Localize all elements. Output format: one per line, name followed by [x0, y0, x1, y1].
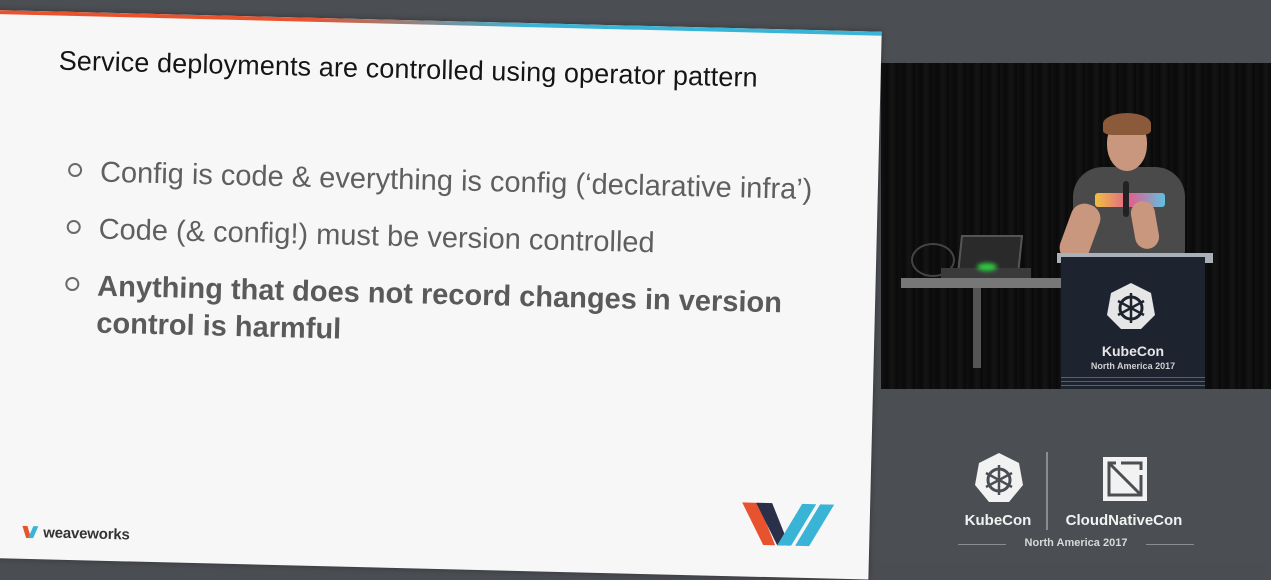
stage-table	[901, 278, 1061, 288]
bullet-text: Anything that does not record changes in…	[95, 270, 783, 346]
weaveworks-w-icon	[742, 502, 835, 547]
kubernetes-wheel-icon	[1107, 283, 1155, 329]
weaveworks-logo-icon	[22, 525, 39, 539]
conference-branding: KubeCon CloudNativeCon North America 201…	[950, 448, 1200, 558]
slide-accent-bar	[0, 10, 882, 36]
speaker-shirt-print	[1095, 193, 1165, 207]
cloudnativecon-logo-icon	[1103, 457, 1147, 501]
weaveworks-logo: weaveworks	[21, 523, 130, 544]
video-frame: Service deployments are controlled using…	[0, 0, 1271, 580]
laptop-logo-glow	[977, 263, 997, 271]
podium-kubecon-text: KubeCon	[1101, 343, 1165, 359]
bullet-circle-icon	[66, 219, 81, 235]
bullet-item: Config is code & everything is config (‘…	[67, 154, 849, 210]
bullet-item: Code (& config!) must be version control…	[66, 211, 847, 267]
region-rule	[1146, 544, 1194, 545]
kubecon-logo-icon	[975, 453, 1023, 502]
slide-title: Service deployments are controlled using…	[58, 45, 759, 93]
table-leg	[973, 288, 981, 368]
branding-divider	[1046, 452, 1048, 530]
podium-stripes	[1061, 375, 1205, 389]
bullet-list: Config is code & everything is config (‘…	[63, 154, 848, 381]
speaker-hair	[1103, 113, 1151, 135]
presentation-slide: Service deployments are controlled using…	[0, 10, 882, 580]
kubecon-label: KubeCon	[964, 512, 1032, 529]
bullet-item: Anything that does not record changes in…	[64, 268, 846, 361]
bullet-circle-icon	[65, 276, 80, 292]
region-label: North America 2017	[1024, 537, 1128, 549]
bullet-circle-icon	[67, 162, 83, 178]
bullet-text: Config is code & everything is config (‘…	[99, 156, 813, 207]
microphone-icon	[1123, 181, 1129, 217]
bullet-text: Code (& config!) must be version control…	[98, 213, 655, 260]
weaveworks-logo-text: weaveworks	[43, 523, 130, 543]
speaker-video: KubeCon North America 2017	[881, 63, 1271, 389]
cloudnativecon-label: CloudNativeCon	[1065, 512, 1183, 529]
region-rule	[958, 544, 1006, 545]
podium-region-text: North America 2017	[1090, 361, 1176, 371]
